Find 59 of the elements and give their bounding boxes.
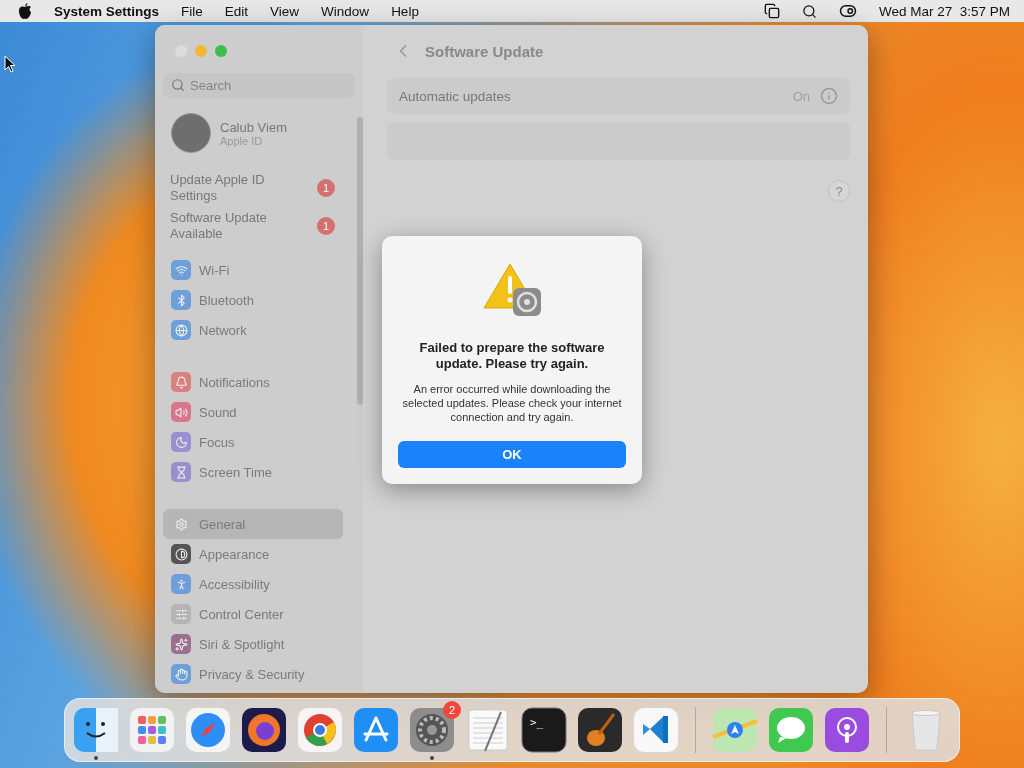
menu-item[interactable]: Help <box>391 3 419 19</box>
scrollbar[interactable] <box>357 117 363 405</box>
sidebar-item[interactable]: Privacy & Security <box>163 659 343 689</box>
count-badge: 1 <box>317 179 335 197</box>
sidebar-item[interactable]: Focus <box>163 427 343 457</box>
ok-button[interactable]: OK <box>398 441 626 468</box>
clock[interactable]: Wed Mar 27 3:57 PM <box>878 3 1010 19</box>
microphone-app-icon[interactable] <box>824 707 870 753</box>
flame-globe-app-icon[interactable] <box>241 707 287 753</box>
menu-item[interactable]: Window <box>321 3 370 19</box>
sidebar-item[interactable]: Notifications <box>163 367 343 397</box>
sidebar-item[interactable]: Wi-Fi <box>163 255 343 285</box>
sidebar-item[interactable]: Siri & Spotlight <box>163 629 343 659</box>
row-label: Automatic updates <box>399 88 512 104</box>
sidebar-item[interactable]: Appearance <box>163 539 343 569</box>
menu-item[interactable]: Edit <box>224 3 249 19</box>
count-badge: 1 <box>317 217 335 235</box>
speech-bubble-app-icon[interactable] <box>768 707 814 753</box>
map-app-icon[interactable] <box>712 707 758 753</box>
account-name: Calub Viem <box>220 119 287 135</box>
notice-label: Update Apple ID Settings <box>170 172 266 204</box>
notice-item[interactable]: Software Update Available 1 <box>163 210 355 242</box>
grid-app-icon[interactable] <box>129 707 175 753</box>
prompt-glyph: >_ <box>530 716 544 729</box>
window-title: Software Update <box>425 42 544 60</box>
search-icon <box>171 78 185 92</box>
search-field[interactable]: Search <box>163 73 355 98</box>
gear-app-icon[interactable] <box>409 707 455 753</box>
notice-item[interactable]: Update Apple ID Settings 1 <box>163 172 355 204</box>
terminal-app-icon[interactable] <box>521 707 567 753</box>
letter-a-app-icon[interactable] <box>353 707 399 753</box>
alert-title: Failed to prepare the software update. Please try again. <box>418 340 606 372</box>
notification-badge: 2 <box>443 701 461 719</box>
ring-app-icon[interactable] <box>297 707 343 753</box>
ribbon-app-icon[interactable] <box>633 707 679 753</box>
menu-item[interactable]: View <box>270 3 300 19</box>
sidebar-item[interactable]: Control Center <box>163 599 343 629</box>
pointer-icon <box>4 55 16 73</box>
app-menu[interactable]: System Settings <box>54 3 160 19</box>
avatar <box>171 113 211 153</box>
search-icon[interactable] <box>801 3 817 19</box>
sidebar-item[interactable]: Accessibility <box>163 569 343 599</box>
warning-gear-icon <box>481 262 543 318</box>
notepad-app-icon[interactable] <box>465 707 511 753</box>
face-app-icon[interactable] <box>73 707 119 753</box>
guitar-app-icon[interactable] <box>577 707 623 753</box>
control-center-icon[interactable] <box>838 2 857 20</box>
alert-message: An error occurred while downloading the selected updates. Please check your internet connection and try again. <box>401 382 623 424</box>
help-button[interactable]: ? <box>828 180 850 202</box>
screen-mirroring-icon[interactable] <box>763 3 780 19</box>
apple-logo-icon[interactable] <box>18 3 32 19</box>
sidebar-item[interactable]: Bluetooth <box>163 285 343 315</box>
sidebar-item[interactable]: Screen Time <box>163 457 343 487</box>
sidebar-item[interactable]: Sound <box>163 397 343 427</box>
menu-item[interactable]: File <box>181 3 203 19</box>
sidebar-item[interactable]: General <box>163 509 343 539</box>
notice-label: Software Update Available <box>170 210 268 242</box>
sidebar-item[interactable]: Network <box>163 315 343 345</box>
compass-app-icon[interactable] <box>185 707 231 753</box>
